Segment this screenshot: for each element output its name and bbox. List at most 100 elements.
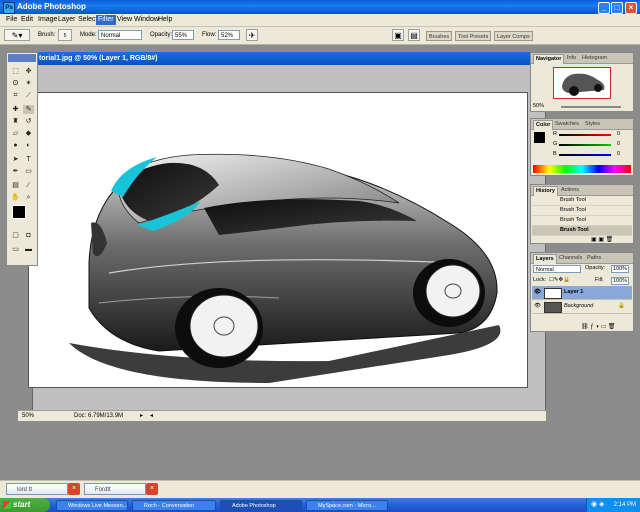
- go-to-bridge-icon[interactable]: ▣: [392, 29, 404, 41]
- marquee-tool-icon[interactable]: ⬚: [10, 67, 21, 76]
- tab-layers[interactable]: Layers: [533, 254, 557, 264]
- taskbar-item-photoshop[interactable]: Adobe Photoshop: [220, 500, 302, 511]
- history-item-current[interactable]: Brush Tool: [532, 226, 632, 236]
- screen-mode-full-icon[interactable]: ▬: [23, 245, 34, 254]
- history-item[interactable]: Brush Tool: [532, 216, 632, 226]
- quick-mask-icon[interactable]: ◘: [23, 231, 34, 240]
- zoom-tool-icon[interactable]: ⌕: [23, 193, 34, 202]
- dodge-tool-icon[interactable]: ◐: [23, 141, 34, 150]
- menu-edit[interactable]: Edit: [19, 15, 35, 25]
- eraser-tool-icon[interactable]: ▱: [10, 129, 21, 138]
- tab-info[interactable]: Info: [565, 54, 578, 63]
- move-tool-icon[interactable]: ✥: [23, 67, 34, 76]
- taskbar-item-messenger[interactable]: Windows Live Messen...: [56, 500, 128, 511]
- channel-g-value[interactable]: 0: [617, 141, 620, 147]
- airbrush-icon[interactable]: ✈: [246, 29, 258, 41]
- opacity-field[interactable]: 55%: [172, 30, 194, 40]
- tab-paths[interactable]: Paths: [585, 254, 603, 263]
- channel-g-slider[interactable]: [559, 144, 611, 146]
- scroll-left-icon[interactable]: ◂: [150, 411, 153, 421]
- notes-tool-icon[interactable]: ▤: [10, 181, 21, 190]
- path-selection-icon[interactable]: ➤: [10, 155, 21, 164]
- channel-r-value[interactable]: 0: [617, 131, 620, 137]
- slice-tool-icon[interactable]: ⟋: [23, 91, 34, 100]
- tab-channels[interactable]: Channels: [557, 254, 584, 263]
- brush-tool-icon[interactable]: ✎: [23, 105, 34, 114]
- fill-field[interactable]: 100%: [611, 277, 630, 285]
- foreground-color-swatch[interactable]: [12, 205, 26, 219]
- messenger-tab[interactable]: lord tt: [6, 483, 68, 495]
- tab-styles[interactable]: Styles: [583, 120, 602, 129]
- start-button[interactable]: start: [0, 498, 50, 512]
- blend-mode-select[interactable]: Normal: [533, 265, 581, 273]
- menu-filter[interactable]: Filter: [96, 15, 116, 25]
- menu-help[interactable]: Help: [156, 15, 174, 25]
- navigator-zoom[interactable]: 50%: [533, 103, 544, 109]
- history-item[interactable]: Brush Tool: [532, 206, 632, 216]
- layer-visibility-eye-icon[interactable]: 👁: [534, 300, 541, 313]
- paint-bucket-icon[interactable]: ◆: [23, 129, 34, 138]
- taskbar-item-conversation[interactable]: Roch - Conversation: [132, 500, 216, 511]
- tool-preset-picker[interactable]: ✎▾: [4, 29, 30, 41]
- tab-color[interactable]: Color: [533, 120, 554, 130]
- navigator-thumbnail[interactable]: [553, 67, 611, 99]
- layers-bottom-buttons[interactable]: ⛓ ƒ ◑ ▭ 🗑: [581, 323, 616, 330]
- eyedropper-icon[interactable]: ⁄: [23, 181, 34, 190]
- tools-grip[interactable]: [8, 54, 36, 62]
- well-tab-layer-comps[interactable]: Layer Comps: [494, 31, 533, 41]
- history-brush-icon[interactable]: ↺: [23, 117, 34, 126]
- clone-stamp-icon[interactable]: ♜: [10, 117, 21, 126]
- screen-mode-standard-icon[interactable]: ▭: [10, 245, 21, 254]
- mode-select[interactable]: Normal: [98, 30, 142, 40]
- color-fg-swatch[interactable]: [534, 132, 545, 143]
- messenger-close-icon[interactable]: ×: [68, 483, 80, 495]
- layer-opacity-field[interactable]: 100%: [611, 265, 630, 273]
- layer-row-background[interactable]: 👁 Background 🔒: [532, 300, 632, 314]
- tab-actions[interactable]: Actions: [559, 186, 581, 195]
- messenger-tab[interactable]: Fordtt: [84, 483, 146, 495]
- messenger-close-icon[interactable]: ×: [146, 483, 158, 495]
- tab-swatches[interactable]: Swatches: [553, 120, 581, 129]
- type-tool-icon[interactable]: T: [23, 155, 34, 164]
- menu-file[interactable]: File: [4, 15, 19, 25]
- tab-history[interactable]: History: [533, 186, 558, 196]
- document-canvas[interactable]: [28, 92, 528, 388]
- channel-b-value[interactable]: 0: [617, 151, 620, 157]
- channel-r-slider[interactable]: [559, 134, 611, 136]
- doc-size-info[interactable]: Doc: 6.79M/13.9M: [74, 411, 123, 421]
- standard-mode-icon[interactable]: ▢: [10, 231, 21, 240]
- lock-label: Lock:: [533, 277, 547, 283]
- history-item[interactable]: Brush Tool: [532, 196, 632, 206]
- history-buttons[interactable]: ▣ ▣ 🗑: [591, 236, 613, 243]
- close-button[interactable]: ×: [625, 2, 637, 14]
- menu-layer[interactable]: Layer: [56, 15, 78, 25]
- navigator-zoom-slider[interactable]: [561, 106, 621, 108]
- tab-navigator[interactable]: Navigator: [533, 54, 565, 64]
- brush-picker[interactable]: 5: [58, 29, 72, 41]
- pen-tool-icon[interactable]: ✒: [10, 167, 21, 176]
- well-tab-tool-presets[interactable]: Tool Presets: [455, 31, 492, 41]
- taskbar-item-myspace[interactable]: MySpace.com - Micro...: [306, 500, 388, 511]
- tab-histogram[interactable]: Histogram: [580, 54, 609, 63]
- status-menu-arrow-icon[interactable]: ▸: [140, 411, 143, 421]
- lasso-tool-icon[interactable]: ʘ: [10, 79, 21, 88]
- channel-b-slider[interactable]: [559, 154, 611, 156]
- maximize-button[interactable]: □: [611, 2, 623, 14]
- magic-wand-icon[interactable]: ✶: [23, 79, 34, 88]
- flow-field[interactable]: 52%: [218, 30, 240, 40]
- minimize-button[interactable]: _: [598, 2, 610, 14]
- color-spectrum-ramp[interactable]: [533, 165, 631, 173]
- shape-tool-icon[interactable]: ▭: [23, 167, 34, 176]
- palette-well-icon[interactable]: ▤: [408, 29, 420, 41]
- blur-tool-icon[interactable]: ●: [10, 141, 21, 150]
- well-tab-brushes[interactable]: Brushes: [426, 31, 453, 41]
- layer-row-layer-1[interactable]: 👁 Layer 1: [532, 286, 632, 300]
- layer-visibility-eye-icon[interactable]: 👁: [534, 286, 541, 299]
- hand-tool-icon[interactable]: ✋: [10, 193, 21, 202]
- healing-brush-icon[interactable]: ✚: [10, 105, 21, 114]
- clock[interactable]: 2:14 PM: [614, 502, 636, 508]
- tray-icons[interactable]: ◉ ◈: [591, 498, 604, 512]
- lock-options-icon[interactable]: ☐✎✥🔒: [549, 277, 570, 283]
- crop-tool-icon[interactable]: ⌗: [10, 91, 21, 100]
- zoom-level[interactable]: 50%: [22, 411, 34, 421]
